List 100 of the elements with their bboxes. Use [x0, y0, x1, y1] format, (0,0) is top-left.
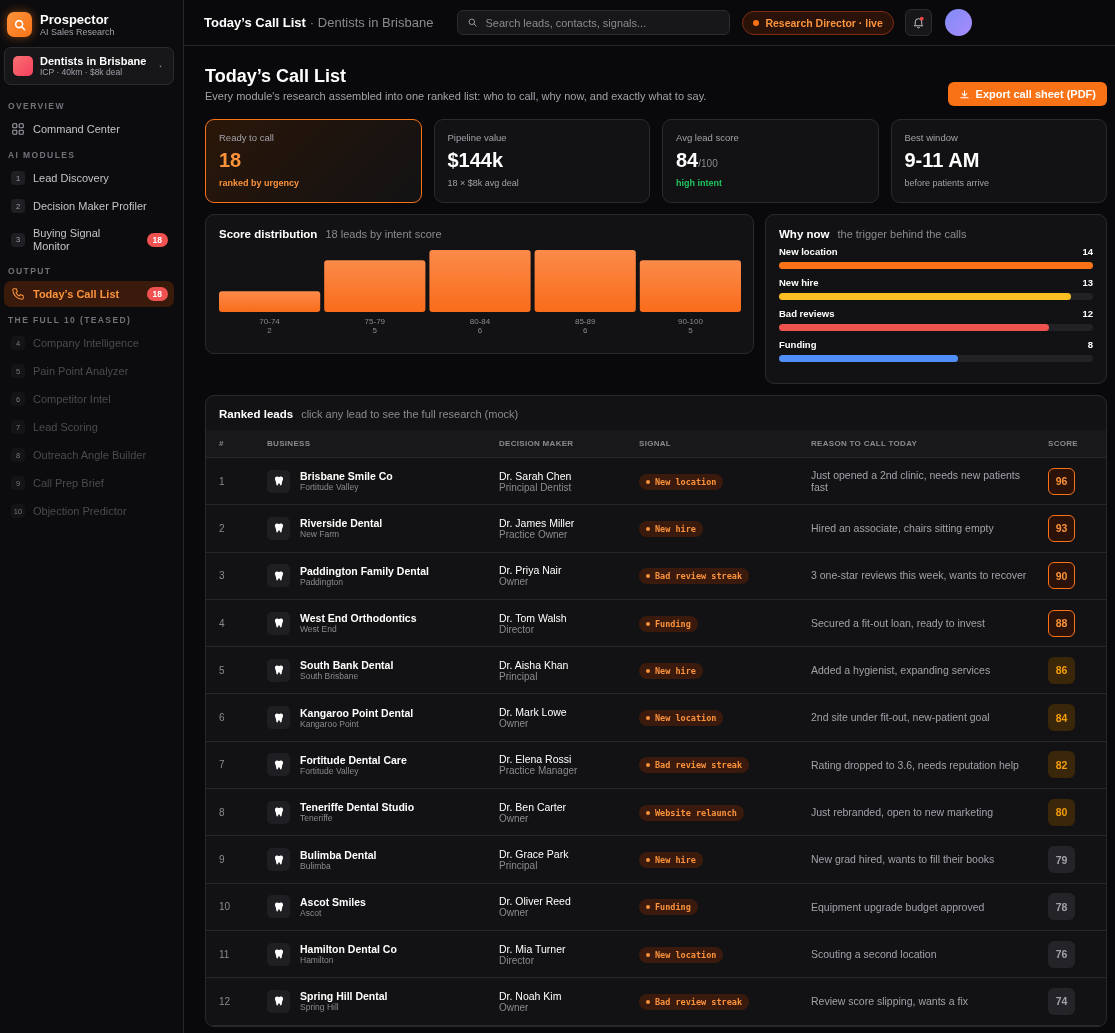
stat-label: Avg lead score: [676, 132, 740, 143]
contact-role: Practice Manager: [499, 765, 579, 777]
search-field[interactable]: Search leads, contacts, signals...: [457, 10, 731, 35]
rank: 9: [219, 854, 226, 865]
lead-row[interactable]: 10 Ascot Smiles Ascot Dr. Oliver Reed Owner Funding Equipment upgrade budget approved 78: [206, 883, 1106, 931]
business-suburb: Bulimba: [300, 860, 332, 871]
page-title: Today’s Call List: [204, 15, 306, 30]
bin-label: 70-74: [259, 317, 280, 326]
reason-text: Secured a fit-out loan, ready to invest: [811, 616, 986, 630]
lead-row[interactable]: 12 Spring Hill Dental Spring Hill Dr. Noah Kim Owner Bad review streak Review score slipping, wants a fix 74: [206, 978, 1106, 1026]
signal-tag: Bad review streak: [639, 757, 749, 774]
bin-count: 5: [372, 326, 378, 335]
score-badge: 76: [1048, 940, 1075, 968]
contact-name: Dr. Mia Turner: [499, 942, 567, 955]
trigger-label: Bad reviews: [779, 308, 835, 319]
contact-name: Dr. Sarah Chen: [499, 469, 573, 482]
contact-role: Director: [499, 623, 535, 635]
trigger-label: New location: [779, 246, 838, 257]
panel-subtitle: click any lead to see the full research (mock): [301, 408, 519, 420]
status-dot: [753, 19, 760, 26]
page-context: · Dentists in Brisbane: [309, 15, 434, 30]
rank: 4: [219, 617, 226, 629]
lead-row[interactable]: 8 Teneriffe Dental Studio Teneriffe Dr. Ben Carter Owner Website relaunch Just rebranded, open to new marketing 80: [206, 789, 1106, 837]
tooth-glyph-icon: [272, 853, 285, 866]
column-header: REASON TO CALL TODAY: [811, 439, 919, 448]
panel-subtitle: the trigger behind the calls: [837, 228, 967, 240]
tooth-glyph-icon: [272, 758, 285, 771]
reason-text: Just opened a 2nd clinic, needs new patients fast: [811, 468, 1021, 494]
tooth-glyph-icon: [272, 948, 285, 961]
lead-row[interactable]: 4 West End Orthodontics West End Dr. Tom Walsh Director Funding Secured a fit-out loan, ready to invest 88: [206, 599, 1106, 648]
section-label: OUTPUT: [7, 265, 53, 279]
score-badge: 86: [1048, 656, 1075, 684]
bin-count: 5: [688, 326, 693, 335]
rank: 10: [219, 901, 232, 913]
rank: 6: [219, 712, 226, 724]
tooth-glyph-icon: [272, 995, 285, 1008]
lead-row[interactable]: 7 Fortitude Dental Care Fortitude Valley Dr. Elena Rossi Practice Manager Bad review streak Rating dropped to 3.6, needs reputation help 82: [206, 741, 1106, 790]
notifications-button[interactable]: [904, 9, 932, 36]
business-suburb: Spring Hill: [300, 1002, 340, 1013]
lead-row[interactable]: 3 Paddington Family Dental Paddington Dr. Priya Nair Owner Bad review streak 3 one-star reviews this week, wants to recover 90: [206, 552, 1106, 600]
reason-text: Scouting a second location: [811, 947, 938, 961]
column-header: #: [219, 439, 225, 448]
business-suburb: Kangaroo Point: [300, 718, 360, 729]
trigger-count: 13: [1082, 277, 1093, 288]
section-label: AI MODULES: [7, 149, 77, 162]
column-header: SCORE: [1048, 439, 1079, 448]
business-suburb: Hamilton: [300, 955, 335, 966]
nav-item[interactable]: Today’s Call List 18: [4, 281, 174, 308]
business-suburb: Teneriffe: [300, 813, 334, 824]
reason-text: Added a hygienist, expanding services: [811, 664, 992, 677]
column-header: DECISION MAKER: [499, 439, 575, 448]
column-header: BUSINESS: [267, 439, 312, 448]
business-name: Hamilton Dental Co: [300, 943, 397, 956]
stat-value: 9-11 AM: [904, 149, 980, 172]
contact-role: Owner: [499, 907, 530, 919]
rank: 2: [219, 522, 226, 534]
contact-name: Dr. Oliver Reed: [499, 895, 572, 908]
business-name: Teneriffe Dental Studio: [300, 801, 415, 814]
business-name: Bulimba Dental: [300, 848, 377, 861]
score-badge: 78: [1048, 893, 1075, 921]
lead-row[interactable]: 6 Kangaroo Point Dental Kangaroo Point Dr. Mark Lowe Owner New location 2nd site under fit-out, new-patient goal 84: [206, 694, 1106, 742]
business-name: Riverside Dental: [300, 517, 383, 530]
contact-role: Owner: [499, 576, 530, 588]
signal-tag: New location: [639, 473, 724, 490]
trigger-label: Funding: [779, 339, 817, 350]
score-badge: 74: [1048, 987, 1075, 1015]
lead-row[interactable]: 5 South Bank Dental South Brisbane Dr. Aisha Khan Principal New hire Added a hygienist, expanding services 86: [206, 647, 1106, 695]
workspace-selector[interactable]: Dentists in Brisbane ICP · 40km · $8k deal: [4, 47, 174, 85]
stat-label: Best window: [904, 132, 959, 143]
business-suburb: West End: [300, 624, 338, 635]
trigger-label: New hire: [779, 277, 819, 288]
download-icon: [958, 88, 970, 100]
reason-text: Rating dropped to 3.6, needs reputation help: [811, 758, 1020, 772]
lead-row[interactable]: 9 Bulimba Dental Bulimba Dr. Grace Park Principal New hire New grad hired, wants to fill their books 79: [206, 836, 1106, 884]
lead-row[interactable]: 2 Riverside Dental New Farm Dr. James Miller Practice Owner New hire Hired an associate, chairs sitting empty 93: [206, 505, 1106, 553]
nav-item[interactable]: Command Center: [4, 116, 174, 142]
reason-text: Review score slipping, wants a fix: [811, 995, 969, 1008]
score-badge: 93: [1048, 514, 1075, 542]
score-badge: 82: [1048, 751, 1075, 779]
count-badge: 18: [146, 287, 168, 302]
bin-count: 2: [267, 326, 272, 335]
stat-value: 84: [676, 149, 699, 172]
bin-label: 90-100: [677, 317, 703, 326]
reason-text: Hired an associate, chairs sitting empty: [811, 522, 995, 535]
contact-name: Dr. Priya Nair: [499, 564, 563, 577]
stat-label: Ready to call: [219, 132, 275, 143]
score-badge: 79: [1048, 846, 1075, 873]
contact-name: Dr. Mark Lowe: [499, 706, 568, 719]
tooth-glyph-icon: [272, 664, 285, 677]
workspace-subtitle: ICP · 40km · $8k deal: [40, 67, 124, 77]
stat-value: 18: [219, 149, 242, 172]
business-suburb: New Farm: [300, 529, 341, 540]
signal-tag: Website relaunch: [639, 804, 744, 821]
tooth-glyph-icon: [272, 900, 285, 913]
tooth-glyph-icon: [272, 522, 285, 535]
business-name: South Bank Dental: [300, 659, 394, 672]
contact-role: Principal: [499, 860, 539, 871]
avatar[interactable]: [944, 9, 972, 36]
lead-row[interactable]: 11 Hamilton Dental Co Hamilton Dr. Mia Turner Director New location Scouting a second location 76: [206, 930, 1106, 979]
lead-row[interactable]: 1 Brisbane Smile Co Fortitude Valley Dr. Sarah Chen Principal Dentist New location Just opened a 2nd clinic, needs new patients fast 96: [206, 458, 1106, 506]
